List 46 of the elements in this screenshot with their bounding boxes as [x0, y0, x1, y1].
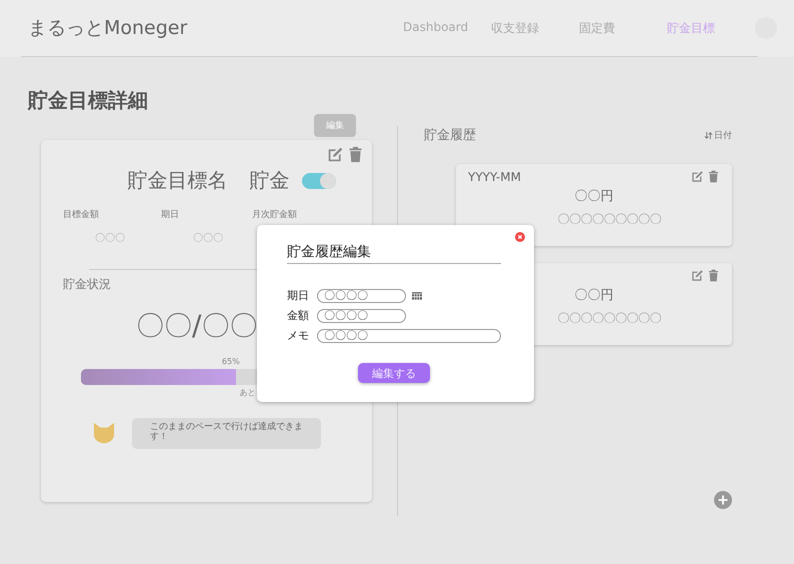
cat-icon	[92, 422, 116, 444]
goal-name: 貯金目標名	[128, 167, 228, 194]
sort-label[interactable]: 日付	[714, 128, 732, 142]
tooltip: 編集	[314, 114, 356, 137]
goal-type: 貯金	[250, 167, 290, 194]
nav-link[interactable]: Dashboard	[403, 20, 491, 36]
stat-label: 目標金額	[63, 208, 100, 221]
entry-date: YYYY-MM	[468, 170, 521, 186]
trash-icon[interactable]	[347, 146, 364, 163]
stat-value: 〇〇〇	[192, 232, 224, 245]
submit-button[interactable]: 編集する	[358, 363, 430, 383]
savings-amount: 〇〇/〇〇	[136, 308, 258, 344]
input-field[interactable]: 〇〇〇〇	[317, 308, 406, 322]
app-title: まるっとMoneger	[28, 16, 188, 41]
field-label: 金額	[287, 308, 310, 323]
progress-percent: 65%	[222, 357, 240, 366]
page-title: 貯金目標詳細	[28, 87, 149, 114]
calendar-icon[interactable]	[412, 291, 422, 300]
stat-label: 期日	[161, 208, 180, 221]
toggle-switch[interactable]	[302, 172, 336, 188]
field-label: 期日	[287, 288, 310, 303]
nav-link[interactable]: 固定費	[579, 20, 667, 36]
dialog-title: 貯金履歴編集	[287, 243, 501, 264]
close-icon[interactable]	[515, 232, 525, 242]
stat-label: 月次貯金額	[252, 208, 298, 221]
speech-bubble: このままのペースで行けば達成できます！	[132, 418, 321, 449]
stat-value: 〇〇〇	[94, 232, 126, 245]
sort-icon[interactable]	[704, 130, 713, 140]
edit-icon[interactable]	[691, 170, 704, 183]
remaining-label: あと	[240, 387, 256, 398]
field-label: メモ	[287, 328, 310, 343]
nav-link[interactable]: 収支登録	[491, 20, 579, 36]
input-field[interactable]: 〇〇〇〇	[317, 288, 406, 302]
trash-icon[interactable]	[707, 269, 720, 282]
status-title: 貯金状況	[63, 276, 111, 293]
entry-memo: 〇〇〇〇〇〇〇〇〇	[556, 211, 662, 228]
edit-icon[interactable]	[327, 146, 344, 163]
trash-icon[interactable]	[707, 170, 720, 183]
add-button[interactable]	[714, 491, 732, 509]
entry-amount: 〇〇円	[574, 188, 614, 205]
edit-icon[interactable]	[691, 269, 704, 282]
entry-memo: 〇〇〇〇〇〇〇〇〇	[556, 310, 662, 327]
history-title: 貯金履歴	[424, 127, 476, 144]
entry-amount: 〇〇円	[574, 287, 614, 304]
input-field[interactable]: 〇〇〇〇	[317, 328, 501, 342]
nav-link[interactable]: 貯金目標	[667, 20, 755, 36]
